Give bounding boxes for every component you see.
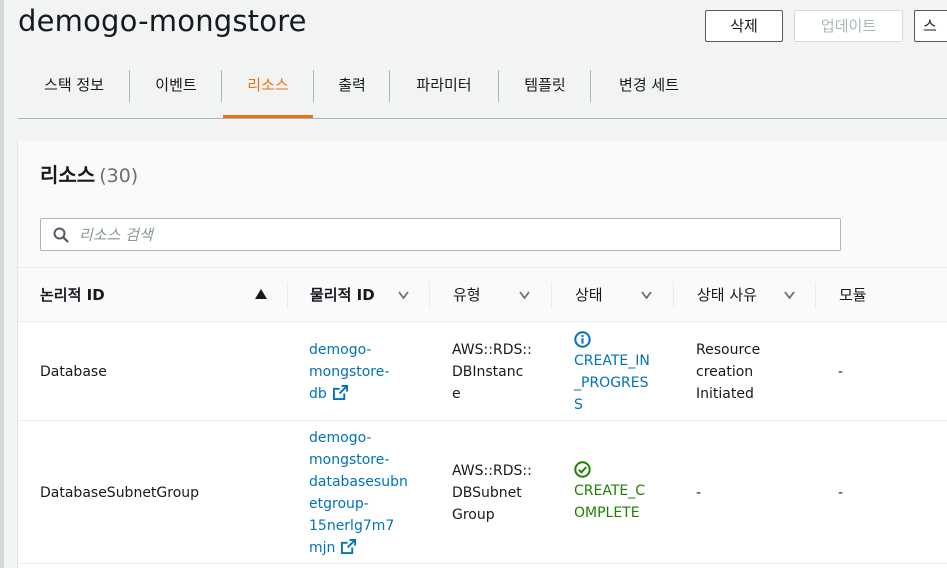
type-line: AWS::RDS::: [452, 342, 532, 358]
physical-id-line[interactable]: mjn: [309, 540, 335, 556]
resources-title: 리소스: [40, 163, 96, 187]
physical-id-link[interactable]: demogo- mongstore- databasesubn etgroup-…: [309, 427, 424, 559]
search-icon: [53, 227, 69, 243]
column-divider: [551, 282, 552, 308]
status-cell: CREATE_C OMPLETE: [574, 461, 674, 524]
column-divider: [815, 282, 816, 308]
physical-id-line[interactable]: mongstore-: [309, 449, 424, 471]
physical-id-line[interactable]: db: [309, 386, 327, 402]
col-header-status[interactable]: 상태: [575, 268, 603, 322]
sort-caret-icon[interactable]: [641, 291, 652, 299]
sort-ascending-icon[interactable]: [255, 289, 267, 299]
left-rail: [0, 0, 4, 568]
logical-id-cell: DatabaseSubnetGroup: [40, 485, 200, 501]
col-header-logical-id[interactable]: 논리적 ID: [40, 268, 105, 322]
physical-id-line[interactable]: demogo-: [309, 427, 424, 449]
resources-heading: 리소스 (30): [40, 159, 138, 188]
physical-id-line[interactable]: 15nerlg7m7: [309, 515, 424, 537]
status-line: OMPLETE: [574, 505, 640, 521]
table-row: Database demogo- mongstore- db AWS::RDS:…: [18, 322, 947, 421]
sort-caret-icon[interactable]: [519, 291, 530, 299]
tab-parameters[interactable]: 파라미터: [390, 62, 498, 118]
page-title: demogo-mongstore: [18, 4, 307, 38]
status-reason-cell: Resource creation Initiated: [696, 339, 806, 405]
reason-line: creation: [696, 364, 754, 380]
status-line: CREATE_C: [574, 483, 646, 499]
status-line: CREATE_IN: [574, 353, 650, 369]
column-divider: [429, 282, 430, 308]
search-input[interactable]: [79, 219, 819, 250]
table-row: DatabaseSubnetGroup demogo- mongstore- d…: [18, 421, 947, 564]
reason-line: Initiated: [696, 386, 754, 402]
module-cell: -: [838, 485, 844, 501]
resources-panel-header: 리소스 (30): [18, 141, 947, 268]
status-reason-cell: -: [696, 485, 702, 501]
tab-change-sets[interactable]: 변경 세트: [591, 62, 707, 118]
physical-id-line[interactable]: etgroup-: [309, 493, 424, 515]
tab-stack-info[interactable]: 스택 정보: [18, 62, 130, 118]
physical-id-line[interactable]: mongstore-: [309, 361, 419, 383]
resources-count: (30): [99, 165, 139, 187]
sort-caret-icon[interactable]: [784, 291, 795, 299]
col-header-type[interactable]: 유형: [453, 268, 481, 322]
sort-caret-icon[interactable]: [398, 291, 409, 299]
col-header-physical-id[interactable]: 물리적 ID: [310, 268, 375, 322]
module-cell: -: [838, 364, 844, 380]
status-line: _PROGRES: [574, 375, 649, 391]
resources-panel: 리소스(30) 논리적 ID 물리적 ID 유형 상태 상태 사유 모듈 Dat…: [18, 141, 947, 568]
column-divider: [287, 282, 288, 308]
type-line: AWS::RDS::: [452, 463, 532, 479]
resource-search[interactable]: [40, 218, 841, 251]
stack-actions-button[interactable]: 스: [914, 10, 947, 42]
tab-template[interactable]: 템플릿: [499, 62, 591, 118]
type-line: DBSubnet: [452, 485, 522, 501]
physical-id-line[interactable]: databasesubn: [309, 471, 424, 493]
stack-tabs: 스택 정보 이벤트 리소스 출력 파라미터 템플릿 변경 세트: [18, 62, 947, 119]
logical-id-cell: Database: [40, 364, 107, 380]
column-divider: [673, 282, 674, 308]
physical-id-line[interactable]: demogo-: [309, 339, 419, 361]
type-cell: AWS::RDS:: DBSubnet Group: [452, 460, 552, 526]
status-cell: CREATE_IN _PROGRES S: [574, 330, 674, 416]
update-button[interactable]: 업데이트: [794, 10, 903, 42]
col-header-status-reason[interactable]: 상태 사유: [697, 268, 757, 322]
success-status-icon: [574, 461, 591, 478]
tab-divider: [221, 70, 222, 102]
type-line: Group: [452, 507, 495, 523]
type-line: e: [452, 386, 461, 402]
tab-events[interactable]: 이벤트: [130, 62, 222, 118]
info-status-icon: [574, 331, 591, 348]
type-cell: AWS::RDS:: DBInstanc e: [452, 339, 552, 405]
reason-line: Resource: [696, 342, 761, 358]
external-link-icon[interactable]: [341, 539, 357, 554]
delete-button[interactable]: 삭제: [705, 10, 783, 42]
external-link-icon[interactable]: [332, 385, 348, 400]
tab-resources[interactable]: 리소스: [223, 62, 313, 118]
physical-id-link[interactable]: demogo- mongstore- db: [309, 339, 419, 405]
tab-outputs[interactable]: 출력: [314, 62, 390, 118]
col-header-module[interactable]: 모듈: [839, 268, 867, 322]
type-line: DBInstanc: [452, 364, 524, 380]
table-header: 논리적 ID 물리적 ID 유형 상태 상태 사유 모듈: [18, 268, 947, 322]
status-line: S: [574, 397, 583, 413]
